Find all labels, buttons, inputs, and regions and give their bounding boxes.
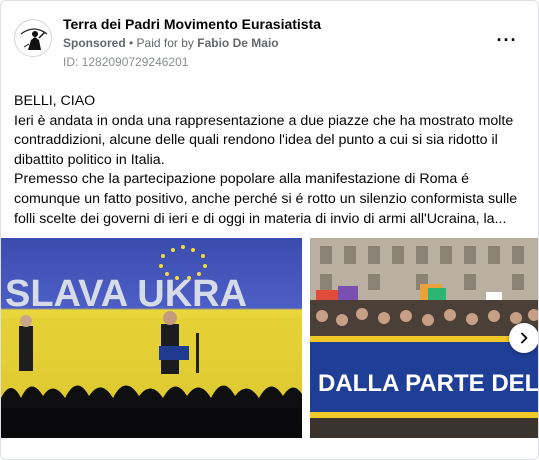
demonstration-photo: DALLA PARTE DELLA: [310, 238, 539, 438]
post-image-demonstration[interactable]: DALLA PARTE DELLA: [310, 238, 539, 438]
post-body: BELLI, CIAO Ieri è andata in onda una ra…: [14, 92, 529, 229]
demonstration-banner-text: DALLA PARTE DELLA: [318, 370, 539, 397]
card-footer: [1, 438, 538, 459]
stage-banner-text: SLAVA UKRA: [5, 273, 247, 315]
meta-separator: •: [125, 36, 137, 50]
stage-photo: SLAVA UKRA: [1, 238, 302, 438]
post-text-line: BELLI, CIAO: [14, 93, 96, 109]
page-name-link[interactable]: Terra dei Padri Movimento Eurasiatista: [63, 16, 321, 32]
ad-id: ID: 1282090729246201: [63, 55, 189, 69]
ad-card: Terra dei Padri Movimento Eurasiatista S…: [0, 0, 539, 460]
sponsor-line: Sponsored • Paid for by Fabio De Maio: [63, 36, 279, 50]
sponsored-label: Sponsored: [63, 36, 126, 50]
paid-for-by-label: Paid for by: [136, 36, 194, 50]
chevron-right-icon: [521, 332, 528, 344]
more-horizontal-icon: ···: [496, 30, 518, 50]
more-options-button[interactable]: ···: [496, 29, 518, 51]
post-image-stage[interactable]: SLAVA UKRA: [1, 238, 302, 438]
post-text-line: Ieri è andata in onda una rappresentazio…: [14, 112, 514, 168]
page-avatar[interactable]: [14, 19, 52, 57]
sponsor-name: Fabio De Maio: [197, 36, 279, 50]
page-logo-icon: [16, 21, 51, 56]
carousel-next-button[interactable]: [509, 323, 538, 353]
post-text-line: Premesso che la partecipazione popolare …: [14, 171, 518, 227]
